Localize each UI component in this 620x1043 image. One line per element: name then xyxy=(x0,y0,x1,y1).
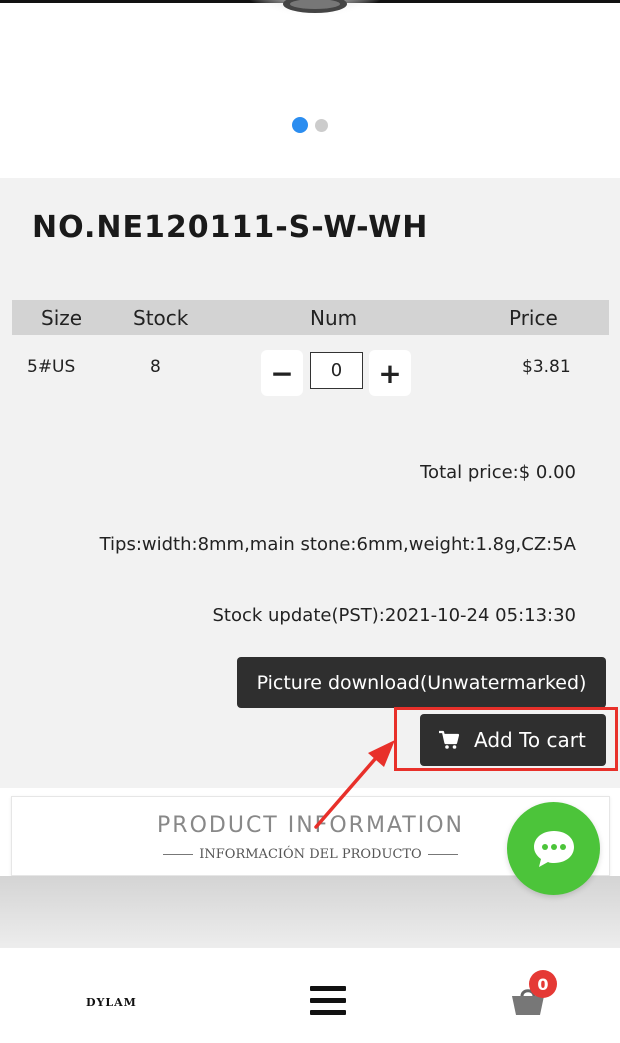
chat-icon xyxy=(533,830,574,867)
cell-size: 5#US xyxy=(27,357,76,377)
header-size: Size xyxy=(41,306,83,330)
divider xyxy=(163,854,194,855)
cell-price: $3.81 xyxy=(522,357,571,377)
cart-count-badge: 0 xyxy=(529,970,557,998)
quantity-increment-button[interactable]: + xyxy=(369,350,411,396)
product-sku-title: NO.NE120111-S-W-WH xyxy=(32,210,429,245)
divider xyxy=(427,854,458,855)
total-price: Total price:$ 0.00 xyxy=(420,462,576,483)
cell-stock: 8 xyxy=(150,357,161,377)
quantity-decrement-button[interactable]: − xyxy=(261,350,303,396)
plus-icon: + xyxy=(378,356,402,390)
cart-icon xyxy=(439,730,460,749)
product-image xyxy=(250,0,380,42)
quantity-input[interactable]: 0 xyxy=(310,352,363,389)
header-price: Price xyxy=(509,306,558,330)
header-stock: Stock xyxy=(133,306,189,330)
carousel-dot-active[interactable] xyxy=(292,117,308,133)
carousel-dots xyxy=(0,117,620,133)
annotation-arrow xyxy=(314,740,395,829)
carousel-dot[interactable] xyxy=(315,119,328,132)
stock-update-time: Stock update(PST):2021-10-24 05:13:30 xyxy=(212,605,576,626)
product-image-carousel[interactable] xyxy=(0,0,620,178)
menu-icon[interactable] xyxy=(310,986,346,1016)
bottom-navigation: DYLAM 0 xyxy=(0,948,620,1043)
picture-download-button[interactable]: Picture download(Unwatermarked) xyxy=(237,657,606,708)
product-tips: Tips:width:8mm,main stone:6mm,weight:1.8… xyxy=(99,534,576,555)
header-num: Num xyxy=(310,306,358,330)
chat-button[interactable] xyxy=(507,802,600,895)
minus-icon: − xyxy=(270,356,294,390)
add-to-cart-button[interactable]: Add To cart xyxy=(420,714,606,766)
brand-logo[interactable]: DYLAM xyxy=(86,996,137,1009)
product-information-subtitle: INFORMACIÓN DEL PRODUCTO xyxy=(199,847,422,862)
product-detail-panel: NO.NE120111-S-W-WH Size Stock Num Price … xyxy=(0,178,620,788)
variant-table-header: Size Stock Num Price xyxy=(12,300,609,335)
add-to-cart-label: Add To cart xyxy=(474,728,586,752)
